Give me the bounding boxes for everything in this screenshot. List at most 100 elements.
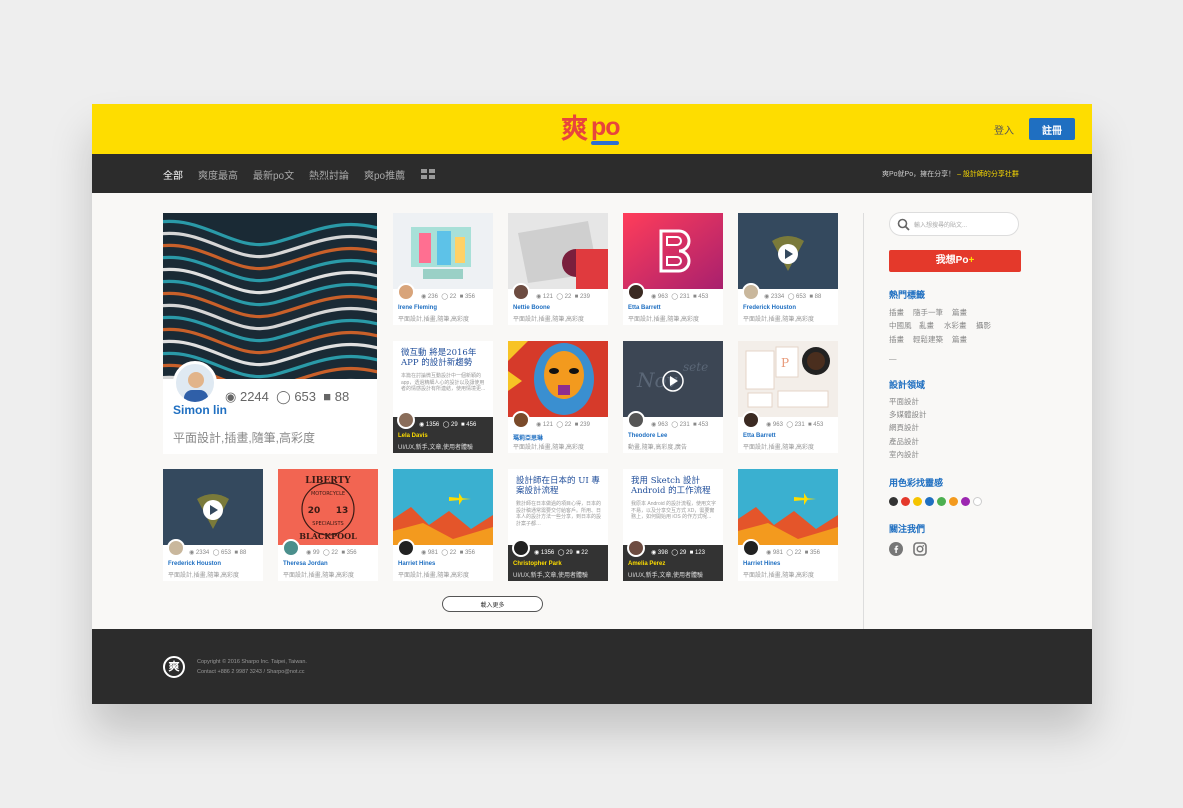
author-name[interactable]: 瑪莉亞思琳 (513, 433, 543, 442)
post-card[interactable]: ◉ 2334 ◯ 653 ■ 88 Frederick Houston 平面設計… (738, 213, 838, 325)
hot-tag[interactable]: 篇畫 (952, 307, 967, 318)
hot-tag[interactable]: 篇畫 (952, 334, 967, 345)
article-title[interactable]: 我用 Sketch 設計 Android 的工作流程 (631, 476, 715, 496)
search-placeholder: 輸入想搜尋的貼文... (914, 223, 968, 229)
footer-logo[interactable]: 爽 (163, 656, 185, 678)
color-swatch-red[interactable] (901, 497, 910, 506)
nav-item-featured[interactable]: 爽po推薦 (364, 167, 405, 182)
author-name[interactable]: Theresa Jordan (283, 561, 328, 567)
hot-tag[interactable]: 攝影 (976, 320, 991, 331)
author-name[interactable]: Irene Fleming (398, 305, 437, 311)
design-field[interactable]: 室內設計 (889, 449, 919, 460)
hot-tag[interactable]: 插畫 (889, 307, 904, 318)
author-avatar[interactable] (282, 539, 300, 557)
author-name[interactable]: Amelia Perez (628, 561, 665, 567)
author-avatar[interactable] (512, 539, 530, 557)
hot-tag[interactable]: 水彩畫 (944, 320, 967, 331)
login-link[interactable]: 登入 (994, 122, 1014, 137)
nav-item-latest[interactable]: 最新po文 (253, 167, 294, 182)
post-card[interactable]: ◉ 121 ◯ 22 ■ 239 瑪莉亞思琳 平面設計,插畫,隨筆,高彩度 (508, 341, 608, 453)
card-tags: 平面設計,插畫,隨筆,高彩度 (513, 445, 585, 451)
hot-tag[interactable]: 中國風 (889, 320, 912, 331)
new-post-button[interactable]: 我想Po+ (889, 250, 1021, 272)
author-name[interactable]: Frederick Houston (743, 305, 796, 311)
instagram-icon[interactable] (913, 542, 927, 556)
author-name[interactable]: Etta Barrett (743, 433, 776, 439)
color-swatch-white[interactable] (973, 497, 982, 506)
hot-tag[interactable]: 插畫 (889, 334, 904, 345)
post-card[interactable]: Nov sete ◉ 963 ◯ 231 ■ 453 Theodore Lee … (623, 341, 723, 453)
post-card[interactable]: LIBERTY MOTORCYCLE 20 13 SPECIALISTS BLA… (278, 469, 378, 581)
author-name[interactable]: Frederick Houston (168, 561, 221, 567)
author-avatar[interactable] (742, 283, 760, 301)
hot-tag[interactable]: 亂畫 (919, 320, 934, 331)
featured-author[interactable]: Simon lin (173, 403, 227, 417)
article-title[interactable]: 微互動 將是2016年 APP 的設計新趨勢 (401, 348, 485, 368)
author-avatar[interactable] (397, 539, 415, 557)
design-field[interactable]: 平面設計 (889, 396, 919, 407)
author-name[interactable]: Harriet Hines (743, 561, 780, 567)
color-swatch-orange[interactable] (949, 497, 958, 506)
card-thumbnail (738, 213, 838, 289)
poster-title: LIBERTY (305, 476, 351, 486)
post-card[interactable]: ◉ 2334 ◯ 653 ■ 88 Frederick Houston 平面設計… (163, 469, 263, 581)
grid-view-icon[interactable] (421, 169, 435, 179)
card-tags: UI/UX,新手,文章,使用者體驗 (398, 445, 474, 451)
nav-item-top-rated[interactable]: 爽度最高 (198, 167, 238, 182)
author-avatar[interactable] (397, 283, 415, 301)
post-card[interactable]: P ◉ 963 ◯ 231 ■ 453 Etta Barrett 平面設計,插畫… (738, 341, 838, 453)
tagline-highlight[interactable]: – 設計師的分享社群 (957, 171, 1019, 178)
post-card[interactable]: 我用 Sketch 設計 Android 的工作流程 我原本 Android 的… (623, 469, 723, 581)
author-avatar[interactable] (397, 411, 415, 429)
signup-button[interactable]: 註冊 (1029, 118, 1075, 140)
hot-tag[interactable]: 隨手一筆 (913, 307, 943, 318)
card-thumbnail: P (738, 341, 838, 417)
author-name[interactable]: Lela Davis (398, 433, 428, 439)
author-avatar[interactable] (627, 539, 645, 557)
search-input[interactable]: 輸入想搜尋的貼文... (889, 212, 1019, 236)
author-name[interactable]: Christopher Park (513, 561, 562, 567)
author-avatar[interactable] (627, 283, 645, 301)
author-avatar[interactable] (742, 539, 760, 557)
author-avatar[interactable] (512, 283, 530, 301)
author-avatar[interactable] (512, 411, 530, 429)
search-icon (897, 218, 910, 231)
post-card[interactable]: ◉ 963 ◯ 231 ■ 453 Etta Barrett 平面設計,插畫,隨… (623, 213, 723, 325)
article-title[interactable]: 設計師在日本的 UI 專案設計流程 (516, 476, 600, 496)
poster-number-b: 13 (336, 506, 349, 516)
hot-tag[interactable]: 輕鬆建築 (913, 334, 943, 345)
nav-item-all[interactable]: 全部 (163, 167, 183, 182)
separator-dash: — (889, 354, 897, 363)
color-inspiration-title: 用色彩找靈感 (889, 478, 944, 488)
post-card[interactable]: 微互動 將是2016年 APP 的設計新趨勢 本篇在討論微互動設計中一個新穎的 … (393, 341, 493, 453)
author-avatar[interactable] (742, 411, 760, 429)
logo[interactable]: 爽 po (561, 113, 623, 146)
featured-avatar[interactable] (173, 361, 217, 405)
author-name[interactable]: Etta Barrett (628, 305, 661, 311)
author-name[interactable]: Harriet Hines (398, 561, 435, 567)
post-card[interactable]: ◉ 121 ◯ 22 ■ 239 Nettie Boone 平面設計,插畫,隨筆… (508, 213, 608, 325)
author-name[interactable]: Theodore Lee (628, 433, 667, 439)
featured-card[interactable]: ◉ 2244 ◯ 653 ■ 88 Simon lin 平面設計,插畫,隨筆,高… (163, 213, 377, 454)
color-swatch-green[interactable] (937, 497, 946, 506)
author-avatar[interactable] (627, 411, 645, 429)
color-swatch-yellow[interactable] (913, 497, 922, 506)
load-more-button[interactable]: 載入更多 (442, 596, 543, 612)
design-field[interactable]: 產品設計 (889, 436, 919, 447)
card-tags: 平面設計,插畫,隨筆,高彩度 (398, 317, 470, 323)
nav-item-discussion[interactable]: 熱烈討論 (309, 167, 349, 182)
author-name[interactable]: Nettie Boone (513, 305, 550, 311)
post-card[interactable]: ◉ 981 ◯ 22 ■ 356 Harriet Hines 平面設計,插畫,隨… (393, 469, 493, 581)
author-avatar[interactable] (167, 539, 185, 557)
color-swatch-black[interactable] (889, 497, 898, 506)
facebook-icon[interactable] (889, 542, 903, 556)
design-field[interactable]: 網頁設計 (889, 422, 919, 433)
design-field[interactable]: 多媒體設計 (889, 409, 927, 420)
post-card[interactable]: ◉ 981 ◯ 22 ■ 356 Harriet Hines 平面設計,插畫,隨… (738, 469, 838, 581)
color-swatch-blue[interactable] (925, 497, 934, 506)
article-excerpt: 數計師在日本做過的項目心得，日本的設計稿通常需要交付給客戶。所用、日本人的設計方… (516, 501, 602, 527)
post-card[interactable]: 設計師在日本的 UI 專案設計流程 數計師在日本做過的項目心得，日本的設計稿通常… (508, 469, 608, 581)
color-swatch-purple[interactable] (961, 497, 970, 506)
post-card[interactable]: ◉ 236 ◯ 22 ■ 356 Irene Fleming 平面設計,插畫,隨… (393, 213, 493, 325)
card-tags: UI/UX,新手,文章,使用者體驗 (628, 573, 704, 579)
